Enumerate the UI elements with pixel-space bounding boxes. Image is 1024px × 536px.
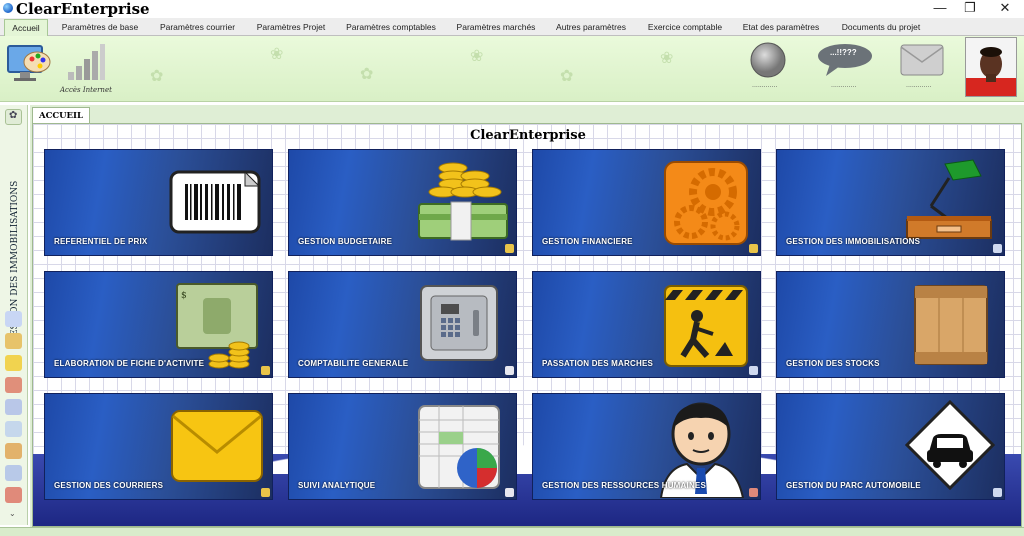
menu-tab-strip: Accueil Paramètres de base Paramètres co… <box>0 18 1024 36</box>
tab-parametres-de-base[interactable]: Paramètres de base <box>52 19 148 36</box>
tab-parametres-courrier[interactable]: Paramètres courrier <box>150 19 245 36</box>
close-button[interactable]: ✕ <box>990 1 1020 16</box>
chart-icon[interactable] <box>5 377 22 393</box>
tile-label: GESTION FINANCIERE <box>542 237 633 246</box>
tab-documents-du-projet[interactable]: Documents du projet <box>831 19 931 36</box>
tile-gestion-des-immobilisations[interactable]: GESTION DES IMMOBILISATIONS <box>776 149 1005 256</box>
tab-parametres-comptables[interactable]: Paramètres comptables <box>337 19 445 36</box>
tab-parametres-projet[interactable]: Paramètres Projet <box>248 19 334 36</box>
tile-passation-des-marches[interactable]: PASSATION DES MARCHES <box>532 271 761 378</box>
tile-label: GESTION DES RESSOURCES HUMAINES <box>542 481 707 490</box>
status-circle-icon[interactable] <box>749 41 787 79</box>
internet-access-label: Accès Internet <box>60 86 112 94</box>
tab-etat-des-parametres[interactable]: Etat des paramètres <box>735 19 827 36</box>
maximize-button[interactable]: ❐ <box>955 1 985 16</box>
ribbon: ✿ ❀ ✿ ❀ ✿ ❀ Accès Internet .............… <box>0 36 1024 102</box>
tile-gestion-des-ressources-humaines[interactable]: GESTION DES RESSOURCES HUMAINES <box>532 393 761 500</box>
line-chart-icon[interactable] <box>5 421 22 437</box>
coins-small-icon <box>749 244 758 253</box>
svg-text:$: $ <box>181 291 187 301</box>
tab-autres-parametres[interactable]: Autres paramètres <box>548 19 634 36</box>
tile-label: GESTION DES COURRIERS <box>54 481 164 490</box>
chat-bubble-icon[interactable]: ...!!??? <box>816 42 874 78</box>
wooden-crate-icon <box>909 280 993 375</box>
tile-label: GESTION DES IMMOBILISATIONS <box>786 237 921 246</box>
graph-icon[interactable] <box>5 399 22 415</box>
chart-small-icon <box>505 366 514 375</box>
minimize-button[interactable]: — <box>925 1 955 16</box>
barcode-icon <box>167 168 265 243</box>
tile-label: GESTION DES STOCKS <box>786 359 880 368</box>
tile-label: GESTION DU PARC AUTOMOBILE <box>786 481 921 490</box>
group-small-icon <box>261 488 270 497</box>
tile-label: REFERENTIEL DE PRIX <box>54 237 148 246</box>
envelope-icon <box>169 408 265 489</box>
user-icon[interactable] <box>5 333 22 349</box>
tile-gestion-des-stocks[interactable]: GESTION DES STOCKS <box>776 271 1005 378</box>
tile-gestion-du-parc-automobile[interactable]: GESTION DU PARC AUTOMOBILE <box>776 393 1005 500</box>
tile-label: COMPTABILITE GENERALE <box>298 359 409 368</box>
tab-accueil[interactable]: Accueil <box>4 19 48 36</box>
person-small-icon <box>749 488 758 497</box>
group-icon[interactable] <box>5 355 22 371</box>
person-small-icon <box>261 366 270 375</box>
tile-label: GESTION BUDGETAIRE <box>298 237 393 246</box>
tab-exercice-comptable[interactable]: Exercice comptable <box>638 19 732 36</box>
document-small-icon <box>749 366 758 375</box>
tile-elaboration-de-fiche-d-activite[interactable]: $ ELABORATION DE FICHE D'ACTIVITE <box>44 271 273 378</box>
envelope-icon[interactable] <box>900 44 944 76</box>
key-small-icon <box>993 488 1002 497</box>
chart-small-icon <box>505 488 514 497</box>
copy-icon[interactable] <box>5 311 22 327</box>
mail-dots: ............. <box>906 82 932 89</box>
safe-icon <box>417 282 501 371</box>
tab-parametres-marches[interactable]: Paramètres marchés <box>448 19 544 36</box>
money-coins-icon <box>413 156 513 255</box>
tile-gestion-budgetaire[interactable]: GESTION BUDGETAIRE <box>288 149 517 256</box>
doc-tab-accueil[interactable]: ACCUEIL <box>32 107 90 124</box>
tile-comptabilite-generale[interactable]: COMPTABILITE GENERALE <box>288 271 517 378</box>
construction-sign-icon <box>663 284 749 373</box>
app-title: ClearEnterprise <box>16 0 150 18</box>
main-area: ACCUEIL ClearEnterprise REFERENTIEL DE P… <box>30 105 1024 527</box>
person-icon[interactable] <box>5 487 22 503</box>
signal-bars-icon[interactable] <box>66 42 106 82</box>
chevron-down-icon[interactable]: ⌄ <box>9 509 16 518</box>
app-logo-icon <box>3 3 13 13</box>
dashboard-canvas: ClearEnterprise REFERENTIEL DE PRIX GEST… <box>32 123 1022 527</box>
left-sidebar: ✿ GESTION DES IMMOBILISATIONS ⌄ <box>0 105 28 525</box>
tile-label: ELABORATION DE FICHE D'ACTIVITE <box>54 359 205 368</box>
tile-gestion-financiere[interactable]: GESTION FINANCIERE <box>532 149 761 256</box>
spreadsheet-pie-icon <box>417 404 507 499</box>
tile-referentiel-de-prix[interactable]: REFERENTIEL DE PRIX <box>44 149 273 256</box>
gears-icon <box>663 160 749 251</box>
user-photo[interactable] <box>965 37 1017 97</box>
grid-icon[interactable] <box>5 465 22 481</box>
flower-icon[interactable]: ✿ <box>5 109 22 125</box>
chat-bubble-text: ...!!??? <box>830 48 857 57</box>
status-bar <box>0 527 1024 536</box>
page-title: ClearEnterprise <box>470 128 586 143</box>
tile-gestion-des-courriers[interactable]: GESTION DES COURRIERS <box>44 393 273 500</box>
title-bar: ClearEnterprise — ❐ ✕ <box>0 0 1024 18</box>
home-small-icon <box>993 244 1002 253</box>
paint-palette-icon[interactable] <box>6 42 52 88</box>
status-dots: ............. <box>752 82 778 89</box>
message-dots: ............. <box>831 82 857 89</box>
tile-suivi-analytique[interactable]: SUIVI ANALYTIQUE <box>288 393 517 500</box>
tile-label: SUIVI ANALYTIQUE <box>298 481 376 490</box>
box-icon[interactable] <box>5 443 22 459</box>
tile-label: PASSATION DES MARCHES <box>542 359 654 368</box>
coins-small-icon <box>505 244 514 253</box>
